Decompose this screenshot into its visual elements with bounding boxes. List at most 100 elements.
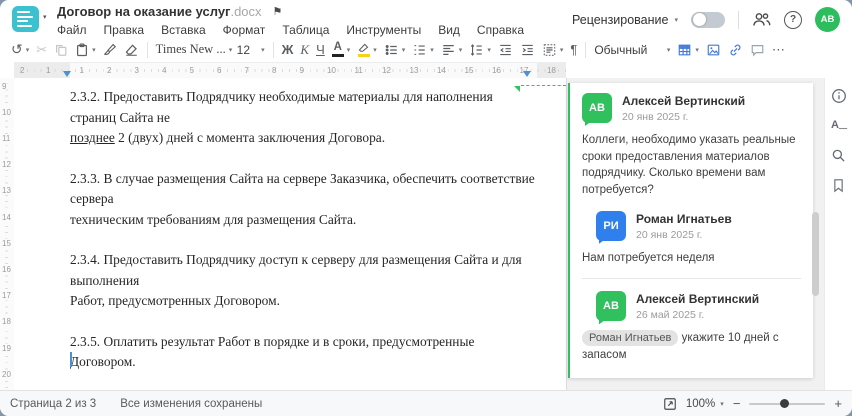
- ruler-number: 14: [437, 66, 446, 75]
- ruler-number: 2: [107, 66, 112, 75]
- insert-table-button[interactable]: ▾: [674, 39, 702, 61]
- paragraph-3: 2.3.4. Предоставить Подрядчику доступ к …: [70, 252, 522, 308]
- logo-chevron-down-icon[interactable]: ▾: [43, 13, 47, 21]
- document-page[interactable]: 2.3.2. Предоставить Подрядчику необходим…: [14, 78, 566, 416]
- ruler-number: 10: [2, 107, 11, 117]
- right-indent-marker[interactable]: [523, 71, 531, 77]
- comment-date: 20 янв 2025 г.: [636, 228, 703, 241]
- comment-thread-card[interactable]: АВ Алексей Вертинский 20 янв 2025 г. Коллег…: [568, 83, 813, 378]
- bullet-list-button[interactable]: ▾: [381, 39, 409, 61]
- paragraph-frame-button[interactable]: ▾: [539, 39, 567, 61]
- decrease-indent-button[interactable]: [495, 39, 516, 61]
- menu-item-8[interactable]: Справка: [477, 23, 524, 37]
- spellcheck-icon[interactable]: А ﹏: [831, 117, 847, 134]
- fit-width-button[interactable]: [663, 397, 677, 411]
- zoom-out-button[interactable]: −: [733, 396, 741, 411]
- ruler-number: 3: [134, 66, 139, 75]
- format-painter-button[interactable]: [100, 39, 120, 61]
- save-status: Все изменения сохранены: [120, 397, 263, 410]
- comment-text: Коллеги, необходимо указать реальные сро…: [582, 134, 796, 197]
- vertical-ruler: 9 10 11 12 13 14 15 16 17 18 19 20: [0, 78, 14, 390]
- menu-item-2[interactable]: Правка: [104, 23, 145, 37]
- zoom-slider[interactable]: [749, 399, 826, 408]
- font-color-button[interactable]: А ▾: [329, 39, 354, 61]
- paragraph-1: 2.3.2. Предоставить Подрядчику необходим…: [70, 89, 493, 145]
- help-icon[interactable]: ?: [784, 10, 802, 29]
- titlebar: ▾ Договор на оказание услуг.docx ⚑ Файл П…: [0, 0, 852, 37]
- paragraph-4: 2.3.5. Оплатить результат Работ в порядк…: [70, 333, 475, 370]
- comment-author: Алексей Вертинский: [636, 292, 760, 307]
- favorite-flag-icon[interactable]: ⚑: [273, 5, 283, 18]
- font-size-select[interactable]: 12 ▾: [234, 39, 268, 61]
- comment-anchor-line: [521, 85, 566, 86]
- comment-button[interactable]: [747, 39, 768, 61]
- chevron-down-icon: ▾: [674, 16, 678, 24]
- comment-meta: Алексей Вертинский 26 май 2025 г.: [636, 291, 759, 321]
- bold-button[interactable]: Ж: [279, 39, 297, 61]
- ruler-number: 5: [189, 66, 194, 75]
- ruler-number: 2: [20, 66, 25, 75]
- ruler-number: 16: [492, 66, 501, 75]
- comment-avatar: АВ: [582, 93, 612, 123]
- insert-image-button[interactable]: [703, 39, 724, 61]
- search-icon[interactable]: [831, 147, 846, 164]
- scrollbar-thumb[interactable]: [812, 212, 819, 296]
- ruler-number: 11: [354, 66, 363, 75]
- app-window: ▾ Договор на оказание услуг.docx ⚑ Файл П…: [0, 0, 852, 416]
- zoom-slider-knob[interactable]: [779, 399, 789, 408]
- line-spacing-button[interactable]: ▾: [466, 39, 494, 61]
- left-indent-marker[interactable]: [63, 71, 71, 77]
- ruler-number: 8: [272, 66, 277, 75]
- menu-item-7[interactable]: Вид: [438, 23, 460, 37]
- comment-text: Нам потребуется неделя: [582, 251, 715, 264]
- document-title: Договор на оказание услуг.docx: [57, 3, 262, 19]
- bookmark-icon[interactable]: [832, 177, 845, 194]
- paste-button[interactable]: ▾: [72, 39, 99, 61]
- ruler-number: 7: [244, 66, 249, 75]
- right-sidebar: А ﹏: [824, 78, 852, 390]
- menu-item-6[interactable]: Инструменты: [346, 23, 421, 37]
- document-text: 2.3.2. Предоставить Подрядчику необходим…: [70, 87, 540, 416]
- chevron-down-icon: ▾: [720, 400, 724, 408]
- menu-item-3[interactable]: Вставка: [161, 23, 206, 37]
- comment-reply: АВ Алексей Вертинский 26 май 2025 г.: [596, 291, 801, 322]
- page-indicator[interactable]: Страница 2 из 3: [10, 398, 96, 410]
- status-bar: Страница 2 из 3 Все изменения сохранены …: [0, 390, 852, 416]
- ruler-number: 17: [2, 291, 11, 301]
- underline-button[interactable]: Ч: [313, 39, 328, 61]
- app-logo-icon[interactable]: [12, 6, 39, 32]
- paragraph-style-select[interactable]: Обычный ▾: [591, 39, 673, 61]
- italic-button[interactable]: К: [297, 39, 312, 61]
- collaborators-icon[interactable]: [752, 11, 771, 28]
- document-info-icon[interactable]: [831, 87, 847, 104]
- more-tools-button[interactable]: ⋯: [769, 39, 788, 61]
- review-toggle[interactable]: [691, 11, 725, 28]
- ruler-number: 18: [2, 317, 11, 327]
- comment-author: Роман Игнатьев: [636, 211, 732, 226]
- highlight-color-button[interactable]: ▾: [354, 39, 380, 61]
- review-mode-select[interactable]: Рецензирование ▾: [572, 13, 678, 27]
- comment-date: 26 май 2025 г.: [636, 309, 705, 322]
- menu-bar: Файл Правка Вставка Формат Таблица Инструмент…: [57, 23, 524, 37]
- menu-item-1[interactable]: Файл: [57, 23, 87, 37]
- insert-link-button[interactable]: [725, 39, 746, 61]
- clear-style-button[interactable]: [121, 39, 142, 61]
- cut-button[interactable]: ✂: [33, 39, 50, 61]
- comment: АВ Алексей Вертинский 20 янв 2025 г.: [582, 93, 801, 123]
- ruler-number: 20: [2, 369, 11, 379]
- numbered-list-button[interactable]: ▾: [409, 39, 437, 61]
- undo-button[interactable]: ↺ ▾: [8, 39, 32, 61]
- align-button[interactable]: ▾: [438, 39, 466, 61]
- menu-item-4[interactable]: Формат: [223, 23, 266, 37]
- font-name-select[interactable]: Times New ... ▾: [153, 39, 233, 61]
- ruler-number: 4: [162, 66, 167, 75]
- show-formatting-marks-button[interactable]: ¶: [567, 39, 580, 61]
- copy-button[interactable]: [51, 39, 71, 61]
- mention-pill[interactable]: Роман Игнатьев: [582, 330, 679, 347]
- ruler-number: 12: [382, 66, 391, 75]
- increase-indent-button[interactable]: [517, 39, 538, 61]
- zoom-select[interactable]: 100% ▾: [686, 398, 724, 410]
- zoom-in-button[interactable]: +: [834, 396, 842, 411]
- user-avatar[interactable]: АВ: [815, 7, 840, 32]
- menu-item-5[interactable]: Таблица: [282, 23, 329, 37]
